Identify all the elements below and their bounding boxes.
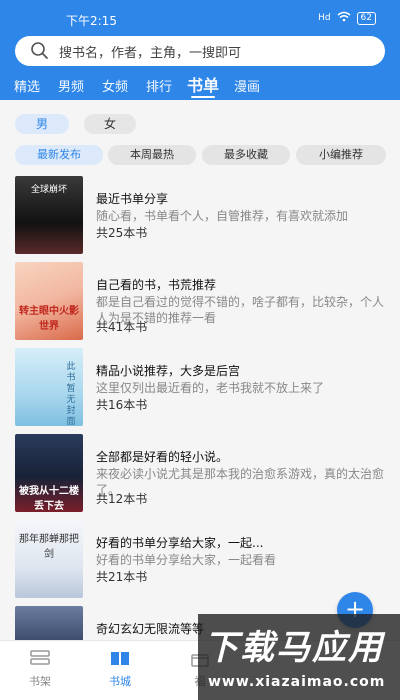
nav-bookshelf[interactable]: 书架 xyxy=(10,647,70,689)
list-item[interactable]: 那年那蝉那把剑 好看的书单分享给大家，一起... 好看的书单分享给大家，一起看看… xyxy=(0,516,400,602)
nav-label: 书城 xyxy=(109,675,131,688)
booklist-desc: 好看的书单分享给大家，一起看看 xyxy=(96,553,277,567)
gender-male-chip[interactable]: 男 xyxy=(15,114,69,134)
booklist-title: 精品小说推荐，大多是后宫 xyxy=(96,364,241,378)
booklist-title: 奇幻玄幻无限流等等 xyxy=(96,622,205,636)
filter-latest[interactable]: 最新发布 xyxy=(15,145,103,165)
list-item[interactable]: 全球崩坏 最近书单分享 随心看，书单看个人，自管推荐，有喜欢就添加 共25本书 xyxy=(0,172,400,258)
top-header: 下午2:15 Hd 62 搜书名，作者，主角，一搜即可 精选 男频 女频 排行 … xyxy=(0,0,400,100)
list-item[interactable]: 转主眼中火影世界 自己看的书，书荒推荐 都是自己看过的觉得不错的，啥子都有，比较… xyxy=(0,258,400,344)
nav-label: 书架 xyxy=(29,675,51,688)
gender-female-chip[interactable]: 女 xyxy=(84,114,136,134)
tab-comics[interactable]: 漫画 xyxy=(234,76,260,95)
booklist-count: 共41本书 xyxy=(96,320,148,334)
tab-featured[interactable]: 精选 xyxy=(14,76,40,95)
booklist-title: 全部都是好看的轻小说。 xyxy=(96,450,229,464)
booklist-count: 共12本书 xyxy=(96,492,148,506)
booklist-desc: 这里仅列出最近看的，老书我就不放上来了 xyxy=(96,381,325,395)
list-item[interactable]: 此书暂无封面 精品小说推荐，大多是后宫 这里仅列出最近看的，老书我就不放上来了 … xyxy=(0,344,400,430)
bookstore-icon xyxy=(90,647,150,669)
watermark-url: www.xiazaimao.com xyxy=(208,674,386,690)
bookshelf-icon xyxy=(10,647,70,669)
booklist-count: 共16本书 xyxy=(96,398,148,412)
tab-female[interactable]: 女频 xyxy=(102,76,128,95)
tab-male[interactable]: 男频 xyxy=(58,76,84,95)
status-time: 下午2:15 xyxy=(66,14,117,28)
booklist-title: 最近书单分享 xyxy=(96,192,169,206)
book-cover: 全球崩坏 xyxy=(15,176,83,254)
watermark-logo: 下载马应用 www.xiazaimao.com xyxy=(198,614,400,700)
nav-bookstore[interactable]: 书城 xyxy=(90,647,150,689)
search-placeholder: 搜书名，作者，主角，一搜即可 xyxy=(59,45,242,61)
tab-booklist[interactable]: 书单 xyxy=(187,72,219,96)
booklist-desc: 随心看，书单看个人，自管推荐，有喜欢就添加 xyxy=(96,209,349,223)
booklist-title: 好看的书单分享给大家，一起... xyxy=(96,536,264,550)
active-tab-indicator xyxy=(191,96,215,98)
book-cover: 转主眼中火影世界 xyxy=(15,262,83,340)
book-cover: 被我从十二楼丢下去 xyxy=(15,434,83,512)
book-cover xyxy=(15,606,83,642)
list-item[interactable]: 被我从十二楼丢下去 全部都是好看的轻小说。 来夜必读小说尤其是那本我的治愈系游戏… xyxy=(0,430,400,516)
filter-most-collected[interactable]: 最多收藏 xyxy=(202,145,290,165)
booklist-count: 共25本书 xyxy=(96,226,148,240)
wifi-icon xyxy=(337,11,351,25)
search-icon xyxy=(31,42,48,59)
signal-icon: Hd xyxy=(318,13,331,23)
book-cover: 此书暂无封面 xyxy=(15,348,83,426)
status-bar: 下午2:15 Hd 62 xyxy=(0,8,400,28)
status-icons: Hd 62 xyxy=(318,11,376,25)
filter-editor-picks[interactable]: 小编推荐 xyxy=(296,145,386,165)
filter-weekly-hot[interactable]: 本周最热 xyxy=(108,145,196,165)
watermark-main: 下载马应用 xyxy=(204,628,384,668)
search-input[interactable]: 搜书名，作者，主角，一搜即可 xyxy=(15,36,385,66)
battery-icon: 62 xyxy=(356,11,376,25)
book-cover: 那年那蝉那把剑 xyxy=(15,520,83,598)
booklist-count: 共21本书 xyxy=(96,570,148,584)
booklist-title: 自己看的书，书荒推荐 xyxy=(96,278,217,292)
category-tabs: 精选 男频 女频 排行 书单 漫画 xyxy=(0,70,400,98)
tab-ranking[interactable]: 排行 xyxy=(146,76,172,95)
